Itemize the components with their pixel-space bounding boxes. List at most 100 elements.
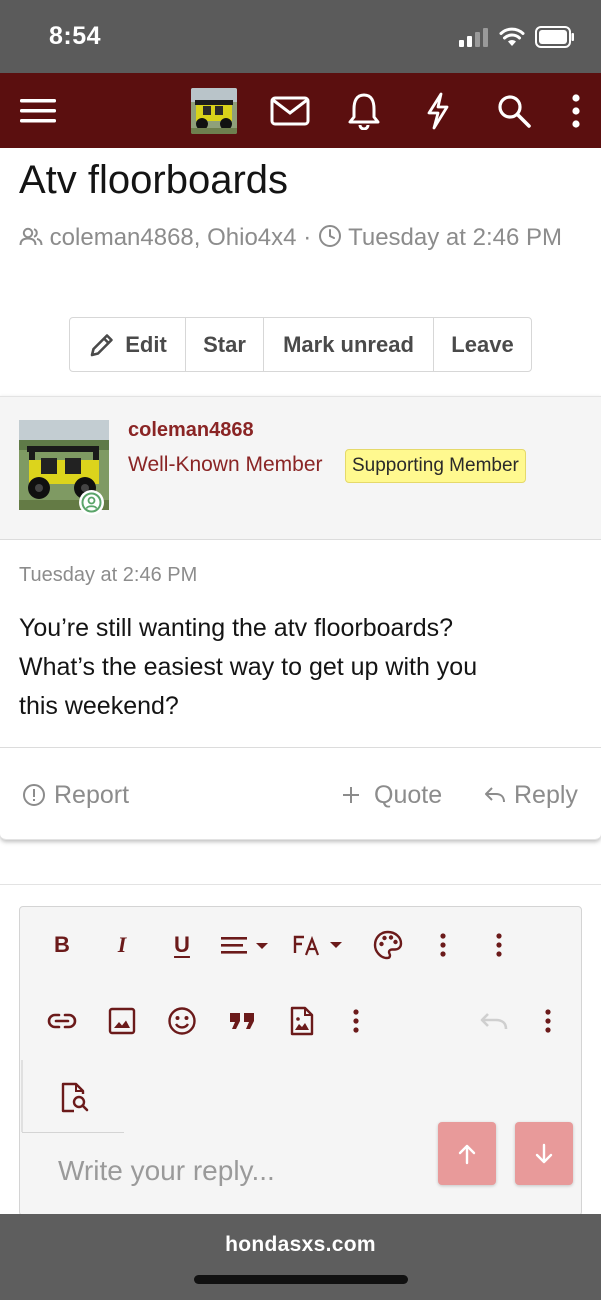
post-body-line: this weekend? [19,692,179,720]
status-icons [459,24,575,50]
more-paragraph-options-button[interactable] [479,925,519,965]
smilie-button[interactable] [162,1001,202,1041]
scroll-up-button[interactable] [438,1122,496,1185]
reply-input[interactable]: Write your reply... [58,1155,275,1187]
scroll-down-button[interactable] [515,1122,573,1185]
image-icon [108,1007,136,1035]
align-left-icon [221,937,268,954]
more-text-options-button[interactable] [423,925,463,965]
thread-meta: coleman4868, Ohio4x4 · Tuesday at 2:46 P… [19,220,589,255]
user-title: Well-Known Member [128,453,323,476]
inbox-icon [270,96,310,125]
bold-button[interactable]: B [42,925,82,965]
browser-url[interactable]: hondasxs.com [0,1233,601,1257]
alert-circle-icon [23,784,45,806]
post-user-block: coleman4868 Well-Known Member Supporting… [0,397,601,540]
home-indicator[interactable] [194,1275,408,1284]
leave-label: Leave [451,331,514,357]
more-insert-options-button[interactable] [336,1001,376,1041]
menu-icon [20,98,56,122]
align-button[interactable] [220,925,272,965]
thread-date: Tuesday at 2:46 PM [348,224,562,251]
supporting-member-badge: Supporting Member [345,449,526,483]
font-size-icon [293,935,342,956]
alerts-button[interactable] [338,73,390,148]
bolt-icon [427,92,449,129]
edit-button[interactable]: Edit [70,318,186,371]
insert-image-button[interactable] [102,1001,142,1041]
preview-button[interactable] [55,1078,95,1118]
insert-link-button[interactable] [42,1001,82,1041]
color-button[interactable] [368,925,408,965]
mark-unread-button[interactable]: Mark unread [264,318,434,371]
inbox-button[interactable] [264,73,316,148]
battery-icon [535,26,574,48]
star-label: Star [203,331,246,357]
clock-icon [318,225,341,247]
reply-arrow-icon [485,787,505,803]
menu-button[interactable] [12,73,64,148]
file-image-icon [290,1006,314,1036]
insert-quote-button[interactable] [222,1001,262,1041]
users-icon [19,227,43,246]
post-date[interactable]: Tuesday at 2:46 PM [19,564,197,587]
signal-icon [459,28,488,47]
mark-unread-label: Mark unread [283,331,414,357]
quote-link[interactable]: Quote [342,748,442,842]
underline-button[interactable]: U [162,925,202,965]
more-icon [572,93,580,128]
arrow-up-icon [458,1144,476,1164]
app-header [0,73,601,148]
vertical-ellipsis-icon [353,1009,359,1033]
page-title: Atv floorboards [19,158,289,202]
attach-media-button[interactable] [282,1001,322,1041]
vertical-ellipsis-icon [545,1009,551,1033]
italic-icon: I [117,932,127,957]
smiley-icon [168,1007,196,1035]
more-button[interactable] [556,73,596,148]
post-body-line: What’s the easiest way to get up with yo… [19,653,478,681]
search-button[interactable] [488,73,540,148]
report-link[interactable]: Report [22,748,129,842]
link-icon [47,1013,77,1029]
more-editor-options-button[interactable] [528,1001,568,1041]
search-icon [498,94,531,128]
preview-icon [61,1082,89,1113]
post-body-line: You’re still wanting the atv floorboards… [19,614,454,642]
status-bar: 8:54 [0,0,601,73]
edit-label: Edit [125,331,167,357]
meta-separator: · [303,224,312,251]
arrow-down-icon [535,1143,553,1163]
header-avatar[interactable] [191,88,237,134]
thread-participants[interactable]: coleman4868, Ohio4x4 [50,224,297,251]
post-footer: Report Quote Reply [0,747,601,841]
vertical-ellipsis-icon [440,933,446,957]
report-label: Report [54,780,130,809]
bell-icon [348,93,380,130]
undo-button[interactable] [474,1001,514,1041]
font-size-button[interactable] [292,925,344,965]
browser-address-bar [0,1214,601,1300]
reply-label: Reply [514,780,578,809]
leave-button[interactable]: Leave [434,318,531,371]
wifi-icon [499,27,525,46]
reply-link[interactable]: Reply [484,748,578,842]
whats-new-button[interactable] [412,73,464,148]
quote-label: Quote [374,780,443,809]
message-post: coleman4868 Well-Known Member Supporting… [0,396,601,840]
online-user-icon [81,492,102,513]
vertical-ellipsis-icon [496,933,502,957]
editor-divider [21,1060,23,1132]
underline-icon: U [174,932,190,957]
palette-icon [373,930,403,960]
thread-actions: Edit Star Mark unread Leave [69,317,532,372]
editor-separator [22,1132,124,1133]
pencil-icon [90,333,114,356]
post-body: You’re still wanting the atv floorboards… [19,609,579,726]
post-username[interactable]: coleman4868 [128,419,254,442]
plus-icon [343,787,359,803]
undo-icon [480,1013,508,1030]
italic-button[interactable]: I [102,925,142,965]
star-button[interactable]: Star [186,318,264,371]
online-status-indicator [79,490,104,515]
